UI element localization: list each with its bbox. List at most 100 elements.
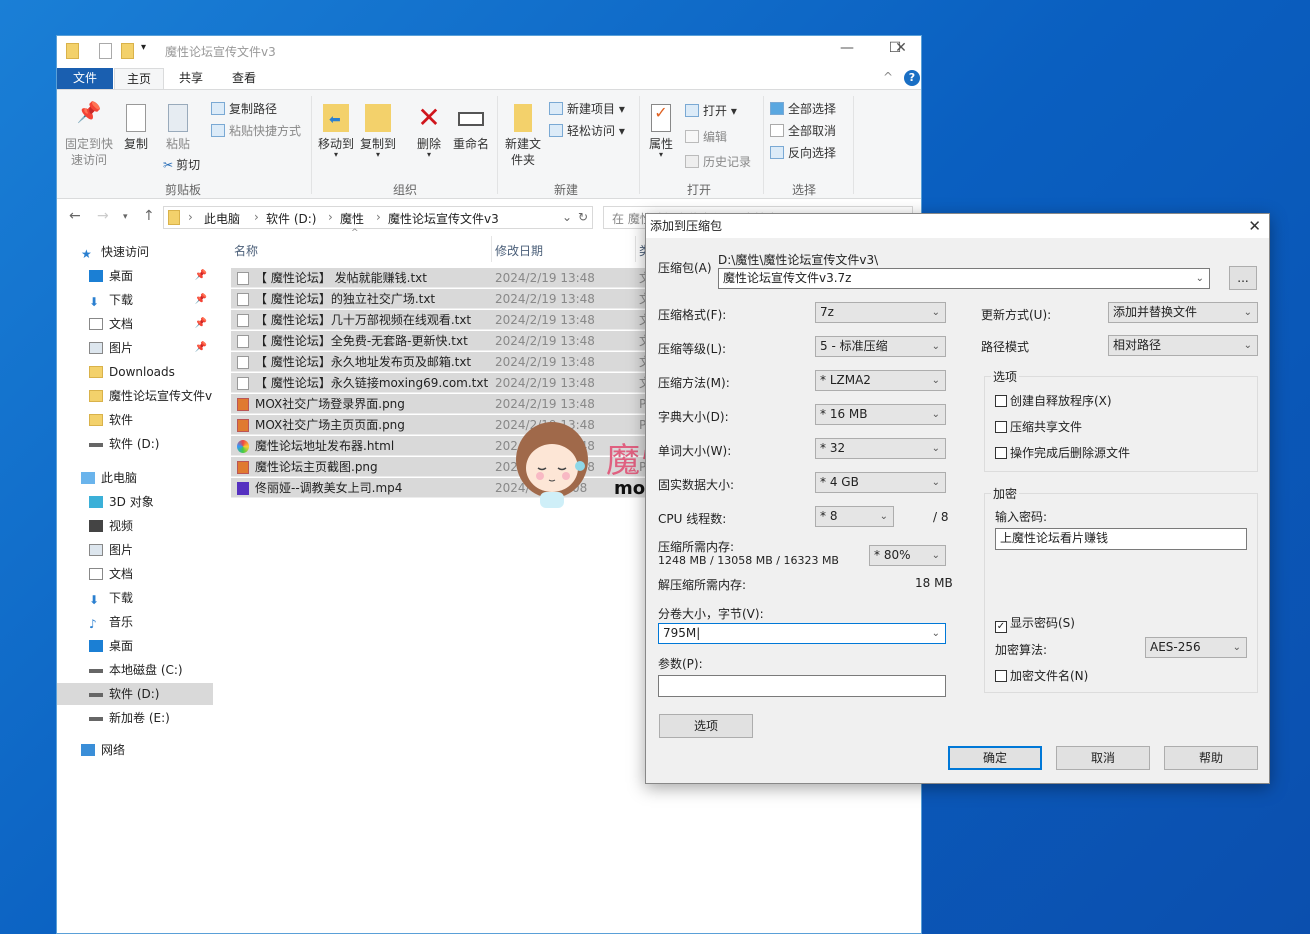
history-button[interactable]: 历史记录 bbox=[685, 153, 751, 170]
ok-button[interactable]: 确定 bbox=[948, 746, 1042, 770]
password-input[interactable]: 上魔性论坛看片赚钱 bbox=[995, 528, 1247, 550]
pin-quick-access-button[interactable]: 📌 固定到快速访问 bbox=[61, 102, 117, 168]
cancel-button[interactable]: 取消 bbox=[1056, 746, 1150, 770]
sidebar-item[interactable]: ⬇ 下载 bbox=[57, 587, 213, 609]
new-item-button[interactable]: 新建项目 ▾ bbox=[549, 100, 625, 117]
breadcrumb-item[interactable]: 魔性 bbox=[340, 210, 364, 227]
select-all-button[interactable]: 全部选择 bbox=[770, 100, 836, 117]
split-size-combo[interactable]: 795M| ⌄ bbox=[658, 623, 946, 644]
file-row[interactable]: 【 魔性论坛】的独立社交广场.txt2024/2/19 13:48文 bbox=[231, 289, 671, 309]
copy-to-button[interactable]: 复制到 ▾ bbox=[357, 104, 399, 159]
sidebar-item[interactable]: 图片 bbox=[57, 539, 213, 561]
encryption-method-select[interactable]: AES-256 ⌄ bbox=[1145, 637, 1247, 658]
help-button[interactable]: 帮助 bbox=[1164, 746, 1258, 770]
sidebar-item[interactable]: 网络 bbox=[57, 739, 213, 761]
format-select[interactable]: 7z ⌄ bbox=[815, 302, 946, 323]
paste-button[interactable]: 粘贴 bbox=[161, 104, 195, 152]
sidebar-item[interactable]: 桌面 bbox=[57, 635, 213, 657]
file-row[interactable]: 【 魔性论坛】 发帖就能赚钱.txt2024/2/19 13:48文 bbox=[231, 268, 671, 288]
column-date[interactable]: 修改日期 bbox=[495, 242, 543, 259]
collapse-ribbon-icon[interactable]: ^ bbox=[883, 70, 893, 84]
delete-button[interactable]: ✕ 删除 ▾ bbox=[411, 104, 447, 159]
new-folder-icon[interactable] bbox=[121, 43, 134, 59]
file-row[interactable]: 佟丽娅--调教美女上司.mp4 2024/4/20 0:08 bbox=[231, 478, 671, 498]
help-icon[interactable]: ? bbox=[904, 70, 920, 86]
back-button[interactable]: ← bbox=[69, 208, 81, 224]
breadcrumb-item[interactable]: 软件 (D:) bbox=[266, 210, 316, 227]
sidebar-item[interactable]: 桌面 📌 bbox=[57, 265, 213, 287]
easy-access-button[interactable]: 轻松访问 ▾ bbox=[549, 122, 625, 139]
file-row[interactable]: 【 魔性论坛】永久地址发布页及邮箱.txt2024/2/19 13:48文 bbox=[231, 352, 671, 372]
pin-icon[interactable]: 📌 bbox=[195, 265, 207, 287]
tab-home[interactable]: 主页 bbox=[114, 68, 165, 89]
cut-button[interactable]: ✂ 剪切 bbox=[163, 156, 200, 173]
file-row[interactable]: 【 魔性论坛】几十万部视频在线观看.txt2024/2/19 13:48文 bbox=[231, 310, 671, 330]
sidebar-item[interactable]: 软件 bbox=[57, 409, 213, 431]
show-password-checkbox[interactable]: ✓ 显示密码(S) bbox=[995, 614, 1075, 633]
file-row[interactable]: MOX社交广场主页页面.png 2024/2/19 13:48 P bbox=[231, 415, 671, 435]
tab-share[interactable]: 共享 bbox=[167, 68, 215, 89]
update-mode-select[interactable]: 添加并替换文件 ⌄ bbox=[1108, 302, 1258, 323]
copy-button[interactable]: 复制 bbox=[119, 104, 153, 152]
file-row[interactable]: 【 魔性论坛】全免费-无套路-更新快.txt2024/2/19 13:48文 bbox=[231, 331, 671, 351]
customize-toolbar-icon[interactable]: ▾ bbox=[141, 42, 146, 53]
edit-button[interactable]: 编辑 bbox=[685, 128, 727, 145]
browse-button[interactable]: ... bbox=[1229, 266, 1257, 290]
file-row[interactable]: 魔性论坛地址发布器.html 2024/2/19 13:48 bbox=[231, 436, 671, 456]
address-dropdown-icon[interactable]: ⌄ bbox=[562, 210, 572, 224]
parameters-input[interactable] bbox=[658, 675, 946, 697]
create-sfx-checkbox[interactable]: 创建自释放程序(X) bbox=[995, 392, 1112, 409]
sidebar-item[interactable]: 软件 (D:) bbox=[57, 433, 213, 455]
encrypt-filenames-checkbox[interactable]: 加密文件名(N) bbox=[995, 667, 1088, 684]
sidebar-item[interactable]: 本地磁盘 (C:) bbox=[57, 659, 213, 681]
pin-icon[interactable]: 📌 bbox=[195, 289, 207, 311]
sidebar-item[interactable]: ★ 快速访问 bbox=[57, 241, 213, 263]
options-button[interactable]: 选项 bbox=[659, 714, 753, 738]
move-to-button[interactable]: ⬅ 移动到 ▾ bbox=[315, 104, 357, 159]
invert-selection-button[interactable]: 反向选择 bbox=[770, 144, 836, 161]
dialog-close-button[interactable]: ✕ bbox=[1248, 214, 1261, 238]
new-folder-button[interactable]: 新建文件夹 bbox=[503, 104, 543, 168]
sidebar-item[interactable]: ⬇ 下载 📌 bbox=[57, 289, 213, 311]
memory-percent-select[interactable]: * 80% ⌄ bbox=[869, 545, 946, 566]
file-row[interactable]: 魔性论坛主页截图.png 2024/2/19 13:48 P bbox=[231, 457, 671, 477]
sidebar-item[interactable]: 魔性论坛宣传文件v bbox=[57, 385, 213, 407]
copy-path-button[interactable]: 复制路径 bbox=[211, 100, 277, 117]
path-mode-select[interactable]: 相对路径 ⌄ bbox=[1108, 335, 1258, 356]
file-row[interactable]: MOX社交广场登录界面.png 2024/2/19 13:48 P bbox=[231, 394, 671, 414]
recent-locations-button[interactable]: ▾ bbox=[123, 212, 128, 222]
archive-name-combo[interactable]: 魔性论坛宣传文件v3.7z ⌄ bbox=[718, 268, 1210, 289]
sidebar-item[interactable]: 视频 bbox=[57, 515, 213, 537]
sidebar-item[interactable]: 文档 📌 bbox=[57, 313, 213, 335]
compress-shared-checkbox[interactable]: 压缩共享文件 bbox=[995, 418, 1082, 435]
solid-block-select[interactable]: * 4 GB ⌄ bbox=[815, 472, 946, 493]
sidebar-item[interactable]: 软件 (D:) bbox=[57, 683, 213, 705]
properties-icon[interactable] bbox=[99, 43, 112, 59]
tab-file[interactable]: 文件 bbox=[57, 68, 113, 89]
up-button[interactable]: ↑ bbox=[143, 208, 155, 224]
method-select[interactable]: * LZMA2 ⌄ bbox=[815, 370, 946, 391]
cpu-threads-select[interactable]: * 8 ⌄ bbox=[815, 506, 894, 527]
sidebar-item[interactable]: 新加卷 (E:) bbox=[57, 707, 213, 729]
select-none-button[interactable]: 全部取消 bbox=[770, 122, 836, 139]
close-button[interactable]: ✕ bbox=[881, 40, 921, 56]
sidebar-item[interactable]: 文档 bbox=[57, 563, 213, 585]
column-name[interactable]: 名称 bbox=[234, 242, 258, 259]
forward-button[interactable]: → bbox=[97, 208, 109, 224]
properties-button[interactable]: ✓ 属性 ▾ bbox=[643, 104, 679, 159]
tab-view[interactable]: 查看 bbox=[220, 68, 268, 89]
pin-icon[interactable]: 📌 bbox=[195, 337, 207, 359]
sidebar-item[interactable]: 此电脑 bbox=[57, 467, 213, 489]
paste-shortcut-button[interactable]: 粘贴快捷方式 bbox=[211, 122, 301, 139]
sidebar-item[interactable]: 图片 📌 bbox=[57, 337, 213, 359]
sidebar-item[interactable]: Downloads bbox=[57, 361, 213, 383]
breadcrumb-item[interactable]: 魔性论坛宣传文件v3 bbox=[388, 210, 499, 227]
word-size-select[interactable]: * 32 ⌄ bbox=[815, 438, 946, 459]
minimize-button[interactable]: — bbox=[827, 40, 867, 56]
level-select[interactable]: 5 - 标准压缩 ⌄ bbox=[815, 336, 946, 357]
sidebar-item[interactable]: 3D 对象 bbox=[57, 491, 213, 513]
pin-icon[interactable]: 📌 bbox=[195, 313, 207, 335]
breadcrumb-item[interactable]: 此电脑 bbox=[204, 210, 240, 227]
open-button[interactable]: 打开 ▾ bbox=[685, 102, 737, 119]
address-bar[interactable]: › 此电脑 › 软件 (D:) › 魔性 › 魔性论坛宣传文件v3 ⌄ ↻ bbox=[163, 206, 593, 229]
